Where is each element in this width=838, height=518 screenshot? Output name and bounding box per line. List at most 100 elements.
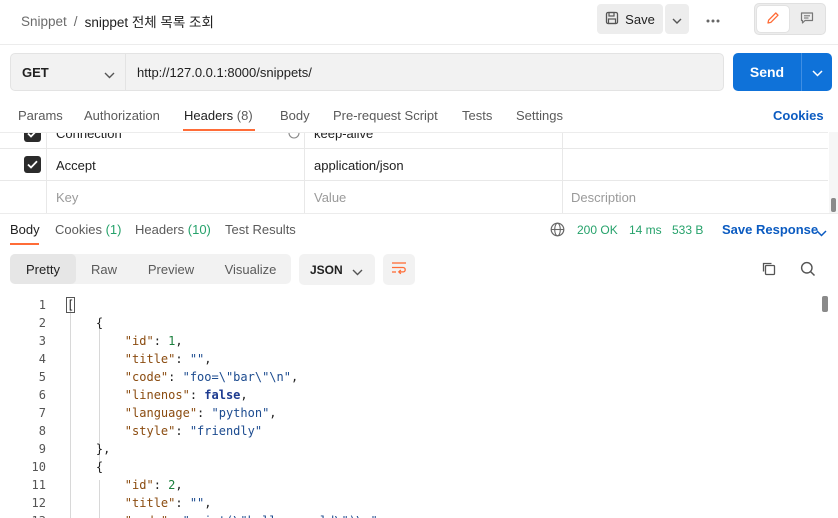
code-text: "title": "", bbox=[124, 352, 212, 366]
response-size[interactable]: 533 B bbox=[672, 223, 703, 237]
response-tab-cookies[interactable]: Cookies (1) bbox=[55, 222, 121, 237]
save-options-button[interactable] bbox=[665, 4, 689, 34]
code-text: "style": "friendly" bbox=[124, 424, 263, 438]
view-mode-toggle bbox=[754, 3, 826, 35]
response-tab-headers[interactable]: Headers (10) bbox=[135, 222, 211, 237]
code-text: [ bbox=[65, 297, 76, 313]
response-tab-cookies-label: Cookies bbox=[55, 222, 102, 237]
search-icon bbox=[800, 261, 816, 280]
tab-params[interactable]: Params bbox=[18, 108, 63, 123]
edit-icon bbox=[766, 11, 780, 28]
new-value-input[interactable]: Value bbox=[314, 181, 346, 213]
breadcrumb-separator: / bbox=[73, 13, 78, 29]
code-line: 7 "language": "python", bbox=[0, 404, 820, 422]
header-key[interactable]: Connection bbox=[56, 133, 122, 149]
send-button: Send bbox=[733, 53, 832, 91]
header-value[interactable]: application/json bbox=[314, 149, 404, 181]
status-code[interactable]: 200 OK bbox=[577, 223, 618, 237]
save-icon bbox=[605, 11, 619, 28]
save-response-button[interactable]: Save Response bbox=[722, 222, 818, 237]
line-number: 11 bbox=[31, 478, 46, 492]
tab-headers-count: (8) bbox=[236, 108, 253, 123]
new-key-input[interactable]: Key bbox=[56, 181, 78, 213]
new-description-input[interactable]: Description bbox=[571, 181, 636, 213]
tab-authorization[interactable]: Authorization bbox=[84, 108, 160, 123]
line-number: 1 bbox=[38, 298, 46, 312]
response-body-editor[interactable]: 1[2 {3 "id": 1, 4 "title": "", 5 "code": "… bbox=[0, 296, 820, 518]
code-line: 8 "style": "friendly" bbox=[0, 422, 820, 440]
response-scrollbar[interactable] bbox=[822, 296, 828, 312]
chevron-down-icon bbox=[672, 12, 682, 27]
chevron-down-icon bbox=[352, 265, 363, 279]
response-tab-body[interactable]: Body bbox=[10, 222, 40, 237]
send-options-button[interactable] bbox=[802, 64, 832, 80]
code-line: 11 "id": 2, bbox=[0, 476, 820, 494]
more-actions-button[interactable] bbox=[700, 6, 726, 32]
checkbox-icon[interactable] bbox=[24, 156, 41, 173]
tab-body[interactable]: Body bbox=[280, 108, 310, 123]
response-view-modes: Pretty Raw Preview Visualize bbox=[10, 254, 291, 284]
line-number: 3 bbox=[38, 334, 46, 348]
response-tab-test-results[interactable]: Test Results bbox=[225, 222, 296, 237]
code-line: 5 "code": "foo=\"bar\"\n", bbox=[0, 368, 820, 386]
header-key[interactable]: Accept bbox=[56, 149, 96, 181]
tab-prerequest-script[interactable]: Pre-request Script bbox=[333, 108, 438, 123]
code-text: "linenos": false, bbox=[124, 388, 248, 402]
response-tab-headers-count: (10) bbox=[187, 222, 211, 237]
request-header: Snippet / snippet 전체 목록 조회 Save bbox=[0, 0, 838, 40]
edit-mode-button[interactable] bbox=[757, 6, 789, 32]
code-text: "title": "", bbox=[124, 496, 212, 510]
url-input[interactable]: http://127.0.0.1:8000/snippets/ bbox=[125, 53, 724, 91]
line-number: 6 bbox=[38, 388, 46, 402]
save-button[interactable]: Save bbox=[597, 4, 663, 34]
checkbox-icon[interactable] bbox=[24, 133, 41, 142]
header-value[interactable]: keep-alive bbox=[314, 133, 373, 149]
line-number: 12 bbox=[31, 496, 46, 510]
line-number: 8 bbox=[38, 424, 46, 438]
breadcrumb-request-name[interactable]: snippet 전체 목록 조회 bbox=[85, 11, 214, 31]
response-time[interactable]: 14 ms bbox=[629, 223, 662, 237]
wrap-icon bbox=[391, 261, 407, 278]
headers-scrollbar[interactable] bbox=[829, 132, 838, 214]
line-number: 2 bbox=[38, 316, 46, 330]
chevron-down-icon[interactable] bbox=[816, 225, 827, 240]
code-text: "id": 1, bbox=[124, 334, 183, 348]
tab-headers-label: Headers bbox=[184, 108, 234, 123]
copy-button[interactable] bbox=[757, 259, 779, 281]
tab-settings[interactable]: Settings bbox=[516, 108, 563, 123]
active-tab-indicator bbox=[183, 129, 255, 131]
code-line: 12 "title": "", bbox=[0, 494, 820, 512]
view-preview-button[interactable]: Preview bbox=[132, 254, 210, 284]
more-icon bbox=[706, 10, 720, 28]
format-value: JSON bbox=[310, 262, 343, 277]
line-number: 10 bbox=[31, 460, 46, 474]
view-visualize-button[interactable]: Visualize bbox=[210, 254, 291, 284]
search-button[interactable] bbox=[797, 259, 819, 281]
view-raw-button[interactable]: Raw bbox=[76, 254, 132, 284]
table-row: Accept application/json bbox=[0, 149, 828, 181]
wrap-lines-button[interactable] bbox=[383, 254, 415, 285]
globe-icon[interactable] bbox=[550, 222, 565, 240]
code-line: 10 { bbox=[0, 458, 820, 476]
method-select[interactable]: GET bbox=[10, 53, 125, 91]
view-pretty-button[interactable]: Pretty bbox=[10, 254, 76, 284]
format-select[interactable]: JSON bbox=[299, 254, 375, 285]
info-icon[interactable] bbox=[288, 133, 300, 149]
chevron-down-icon bbox=[811, 64, 823, 80]
line-number: 5 bbox=[38, 370, 46, 384]
code-line: 13 "code": "print(\"hello, world\")\n", bbox=[0, 512, 820, 518]
comments-button[interactable] bbox=[791, 6, 823, 32]
table-row: Connection keep-alive bbox=[0, 133, 828, 149]
line-number: 13 bbox=[0, 512, 46, 518]
tab-headers[interactable]: Headers (8) bbox=[184, 108, 253, 123]
code-text: { bbox=[67, 316, 104, 330]
tab-tests[interactable]: Tests bbox=[462, 108, 492, 123]
response-divider bbox=[0, 213, 838, 214]
cookies-link[interactable]: Cookies bbox=[773, 108, 824, 123]
line-number: 9 bbox=[38, 442, 46, 456]
header-divider bbox=[0, 44, 838, 45]
code-text: "id": 2, bbox=[124, 478, 183, 492]
method-value: GET bbox=[22, 64, 49, 80]
breadcrumb-collection[interactable]: Snippet bbox=[21, 14, 67, 29]
send-label[interactable]: Send bbox=[733, 64, 801, 80]
